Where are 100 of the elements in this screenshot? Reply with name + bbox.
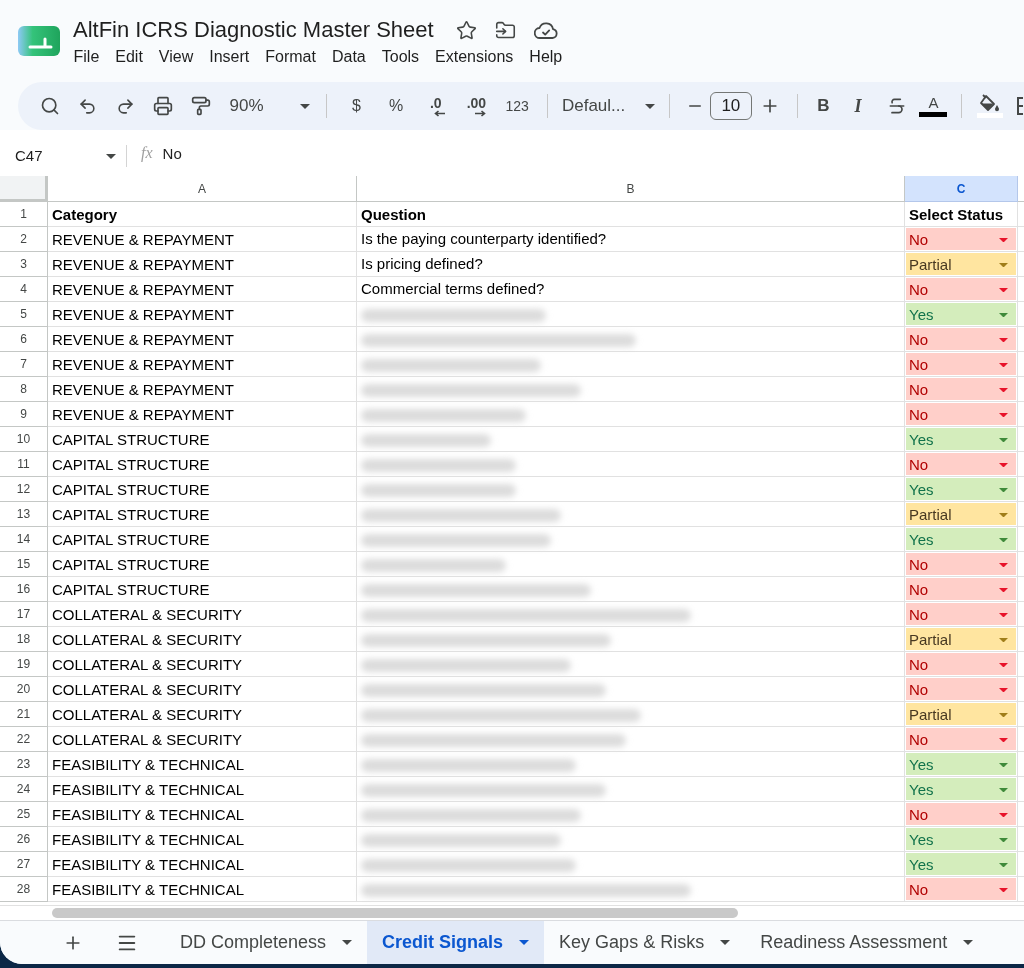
cloud-check-icon[interactable] bbox=[533, 21, 558, 39]
row-number[interactable]: 8 bbox=[20, 380, 27, 398]
row-number[interactable]: 3 bbox=[20, 255, 27, 273]
caret-icon bbox=[963, 940, 974, 945]
row-number[interactable]: 26 bbox=[16, 830, 31, 848]
text-color-button[interactable]: A bbox=[915, 90, 952, 122]
borders-icon[interactable] bbox=[1015, 96, 1024, 116]
row-number[interactable]: 28 bbox=[16, 880, 31, 898]
status-dropdown[interactable]: Yes bbox=[906, 753, 1016, 775]
status-dropdown[interactable]: No bbox=[906, 328, 1016, 350]
menu-item[interactable]: Help bbox=[521, 46, 570, 68]
row-number[interactable]: 19 bbox=[16, 655, 31, 673]
currency-format-button[interactable]: $ bbox=[336, 90, 377, 122]
formula-field[interactable]: No bbox=[162, 142, 983, 165]
row-number[interactable]: 22 bbox=[16, 730, 31, 748]
menu-item[interactable]: Tools bbox=[374, 46, 427, 68]
question-cell: Commercial terms defined? bbox=[361, 280, 545, 298]
status-dropdown[interactable]: Yes bbox=[906, 528, 1016, 550]
row-number[interactable]: 16 bbox=[16, 580, 31, 598]
more-formats-button[interactable]: 123 bbox=[497, 90, 537, 122]
row-number[interactable]: 20 bbox=[16, 680, 31, 698]
font-size-field[interactable]: 10 bbox=[710, 92, 752, 120]
status-dropdown[interactable]: No bbox=[906, 353, 1016, 375]
menu-item[interactable]: File bbox=[66, 46, 107, 68]
menu-item[interactable]: Data bbox=[324, 46, 374, 68]
row-number[interactable]: 7 bbox=[20, 355, 27, 373]
row-number[interactable]: 17 bbox=[16, 605, 31, 623]
menu-item[interactable]: Extensions bbox=[427, 46, 521, 68]
status-dropdown[interactable]: No bbox=[906, 378, 1016, 400]
column-header[interactable]: C bbox=[905, 176, 1018, 202]
menu-item[interactable]: Edit bbox=[107, 46, 151, 68]
row-number[interactable]: 9 bbox=[20, 405, 27, 423]
status-dropdown[interactable]: Yes bbox=[906, 828, 1016, 850]
row-number[interactable]: 11 bbox=[17, 455, 30, 473]
status-dropdown[interactable]: No bbox=[906, 803, 1016, 825]
column-header[interactable]: A bbox=[48, 176, 357, 202]
fill-color-icon[interactable] bbox=[977, 94, 1004, 118]
status-dropdown[interactable]: Yes bbox=[906, 303, 1016, 325]
increase-decimal-button[interactable]: .00 bbox=[455, 90, 498, 122]
scrollbar-thumb[interactable] bbox=[52, 908, 738, 918]
status-dropdown[interactable]: No bbox=[906, 878, 1016, 900]
status-dropdown[interactable]: No bbox=[906, 403, 1016, 425]
row-number[interactable]: 2 bbox=[20, 230, 27, 248]
row-number[interactable]: 4 bbox=[20, 280, 27, 298]
row-number[interactable]: 18 bbox=[16, 630, 31, 648]
status-dropdown[interactable]: Partial bbox=[906, 703, 1016, 725]
document-title[interactable]: AltFin ICRS Diagnostic Master Sheet bbox=[73, 16, 434, 44]
search-icon[interactable] bbox=[39, 96, 60, 116]
status-dropdown[interactable]: No bbox=[906, 728, 1016, 750]
row-number[interactable]: 14 bbox=[16, 530, 31, 548]
font-dropdown[interactable]: Defaul... bbox=[557, 90, 660, 122]
status-dropdown[interactable]: Yes bbox=[906, 428, 1016, 450]
zoom-dropdown[interactable]: 90% bbox=[219, 90, 316, 122]
cell-reference-field[interactable]: C47 bbox=[0, 142, 126, 170]
row-number[interactable]: 24 bbox=[16, 780, 31, 798]
spreadsheet-logo-icon[interactable] bbox=[18, 26, 60, 56]
row-number[interactable]: 12 bbox=[16, 480, 31, 498]
menu-item[interactable]: Format bbox=[257, 46, 324, 68]
row-number[interactable]: 27 bbox=[16, 855, 31, 873]
folder-arrow-icon[interactable] bbox=[494, 19, 516, 41]
row-number[interactable]: 10 bbox=[16, 430, 31, 448]
star-icon[interactable] bbox=[455, 19, 477, 41]
row-number[interactable]: 1 bbox=[20, 205, 27, 223]
status-dropdown[interactable]: Yes bbox=[906, 778, 1016, 800]
caret-icon bbox=[999, 337, 1008, 343]
status-dropdown[interactable]: No bbox=[906, 553, 1016, 575]
status-dropdown[interactable]: No bbox=[906, 278, 1016, 300]
status-dropdown[interactable]: No bbox=[906, 228, 1016, 250]
row-number[interactable]: 23 bbox=[16, 755, 31, 773]
paint-roller-icon[interactable] bbox=[190, 96, 211, 116]
row-number[interactable]: 13 bbox=[16, 505, 31, 523]
status-dropdown[interactable]: No bbox=[906, 453, 1016, 475]
status-dropdown[interactable]: Partial bbox=[906, 253, 1016, 275]
sheet-tab[interactable]: Credit Signals bbox=[367, 921, 545, 964]
status-dropdown[interactable]: No bbox=[906, 578, 1016, 600]
redo-icon[interactable] bbox=[115, 96, 135, 116]
italic-button[interactable]: I bbox=[838, 90, 878, 122]
status-dropdown[interactable]: Partial bbox=[906, 503, 1016, 525]
decrease-decimal-button[interactable]: .0 bbox=[415, 90, 456, 122]
row-number[interactable]: 6 bbox=[20, 330, 27, 348]
percent-format-button[interactable]: % bbox=[376, 90, 416, 122]
status-dropdown[interactable]: No bbox=[906, 653, 1016, 675]
status-dropdown[interactable]: Yes bbox=[906, 853, 1016, 875]
sheet-tab[interactable]: DD Completeness bbox=[165, 921, 368, 964]
undo-icon[interactable] bbox=[78, 96, 98, 116]
menu-item[interactable]: View bbox=[151, 46, 201, 68]
print-icon[interactable] bbox=[152, 96, 173, 116]
row-number[interactable]: 5 bbox=[20, 305, 27, 323]
bold-button[interactable]: B bbox=[808, 90, 839, 122]
row-number[interactable]: 21 bbox=[16, 705, 31, 723]
row-number[interactable]: 25 bbox=[16, 805, 31, 823]
status-dropdown[interactable]: No bbox=[906, 678, 1016, 700]
menu-item[interactable]: Insert bbox=[201, 46, 257, 68]
sheet-tab[interactable]: Key Gaps & Risks bbox=[544, 921, 746, 964]
status-dropdown[interactable]: Yes bbox=[906, 478, 1016, 500]
row-number[interactable]: 15 bbox=[16, 555, 31, 573]
status-dropdown[interactable]: Partial bbox=[906, 628, 1016, 650]
sheet-tab[interactable]: Readiness Assessment bbox=[745, 921, 989, 964]
column-header[interactable]: B bbox=[357, 176, 905, 202]
status-dropdown[interactable]: No bbox=[906, 603, 1016, 625]
